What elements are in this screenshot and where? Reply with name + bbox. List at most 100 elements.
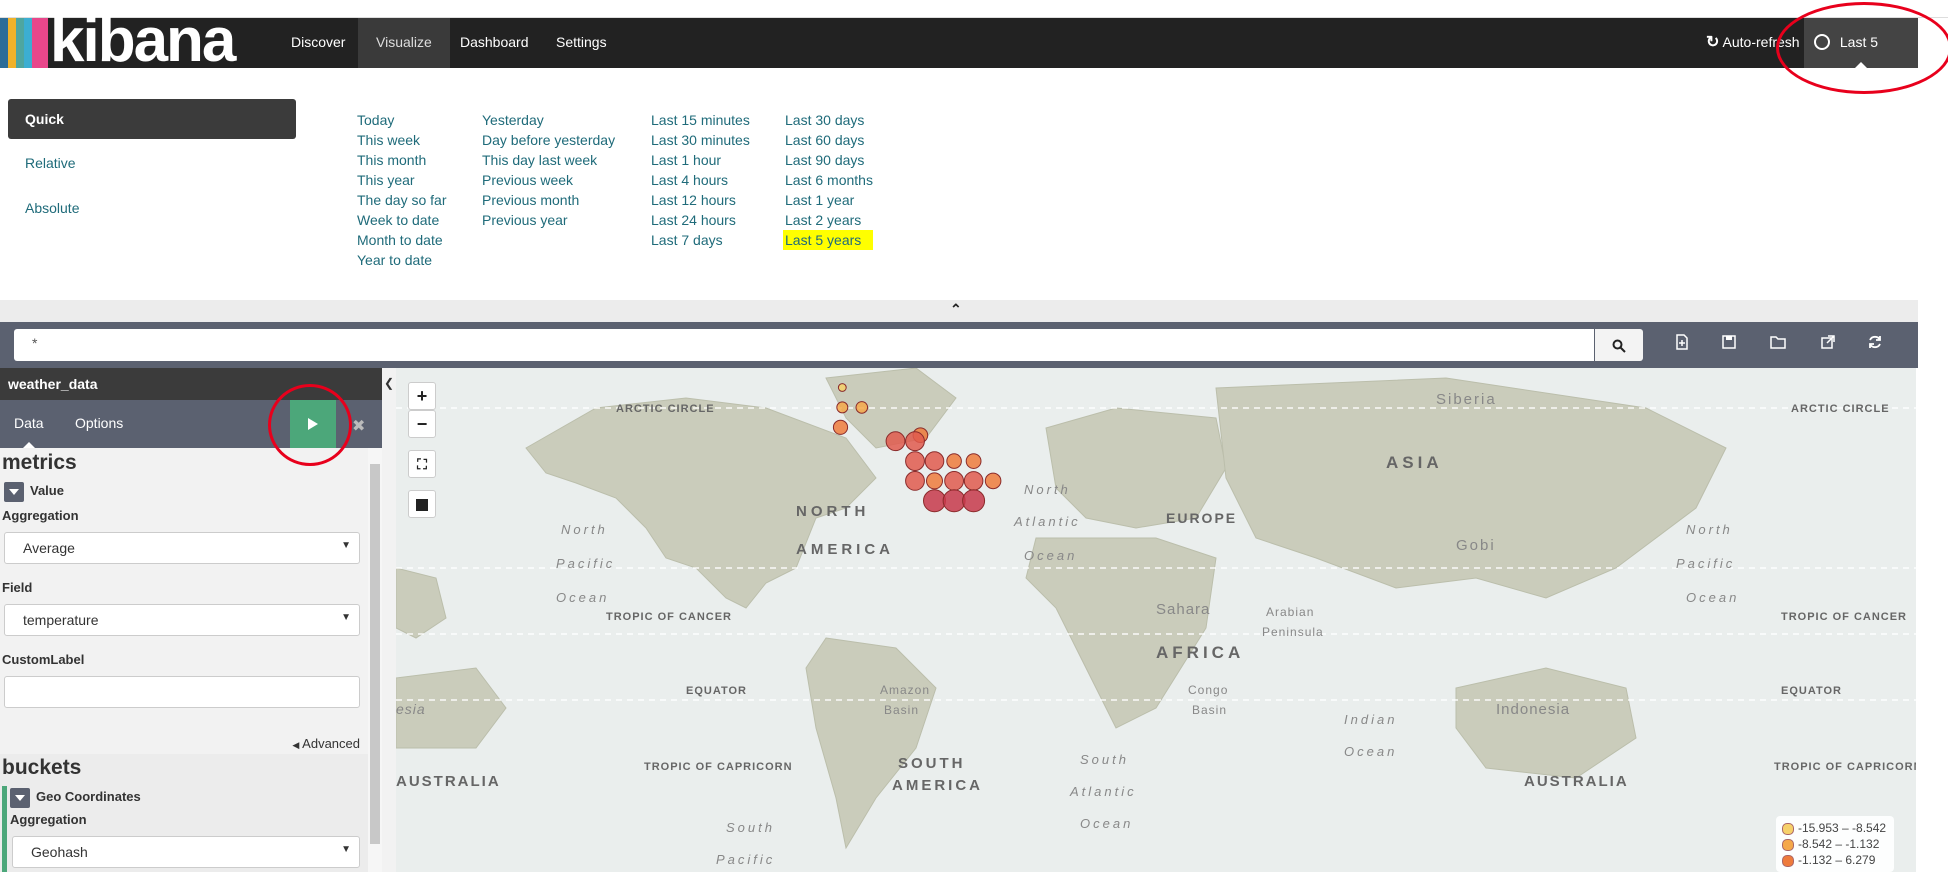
geohash-marker[interactable] — [905, 451, 925, 471]
quick-option[interactable]: This week — [357, 130, 447, 150]
geohash-marker[interactable] — [965, 453, 982, 469]
mode-quick[interactable]: Quick — [8, 99, 296, 139]
fit-bounds-button[interactable]: ⛶ — [408, 450, 436, 478]
quick-option[interactable]: Last 30 minutes — [651, 130, 750, 150]
geohash-marker[interactable] — [944, 471, 964, 491]
tab-data[interactable]: Data — [14, 400, 44, 448]
quick-option[interactable]: Last 2 years — [785, 210, 873, 230]
geohash-marker[interactable] — [837, 383, 847, 392]
quick-option[interactable]: Last 30 days — [785, 110, 873, 130]
field-label: Field — [2, 580, 33, 595]
time-range-button[interactable]: Last 5 years — [1804, 18, 1918, 98]
sidebar-editor: metrics Value Aggregation Average ▼ Fiel… — [0, 448, 368, 872]
collapse-toggle-icon[interactable] — [10, 788, 30, 808]
save-button[interactable] — [1721, 334, 1743, 356]
search-button[interactable] — [1595, 329, 1643, 361]
quick-option[interactable]: Last 1 hour — [651, 150, 750, 170]
geohash-marker[interactable] — [963, 471, 984, 491]
quick-option[interactable]: Previous month — [482, 190, 615, 210]
sidebar-scrollbar-thumb[interactable] — [370, 464, 380, 844]
dropdown-arrow-icon: ▼ — [341, 844, 351, 855]
refresh-button[interactable] — [1867, 334, 1889, 356]
map-label-south-atl-s: South — [1080, 752, 1129, 767]
bucket-agg-header[interactable]: Geo Coordinates — [8, 788, 358, 810]
geohash-marker[interactable] — [962, 489, 986, 513]
quick-column-2: Yesterday Day before yesterday This day … — [482, 110, 615, 230]
quick-option[interactable]: Last 90 days — [785, 150, 873, 170]
quick-option[interactable]: Last 12 hours — [651, 190, 750, 210]
quick-option[interactable]: Yesterday — [482, 110, 615, 130]
geohash-marker[interactable] — [923, 489, 946, 513]
share-button[interactable] — [1820, 334, 1842, 356]
discard-changes-icon[interactable]: ✖ — [352, 416, 365, 436]
quick-option[interactable]: Month to date — [357, 230, 447, 250]
geohash-marker[interactable] — [855, 401, 869, 414]
metric-agg-header[interactable]: Value — [2, 482, 362, 504]
quick-option[interactable]: Today — [357, 110, 447, 130]
map-label-south-pac-p: Pacific — [716, 852, 775, 867]
map-label-equator-r: EQUATOR — [1781, 685, 1842, 697]
map-label-indian: Indian — [1344, 712, 1397, 727]
geohash-marker[interactable] — [926, 472, 943, 490]
quick-option[interactable]: Previous year — [482, 210, 615, 230]
aggregation-select[interactable]: Average ▼ — [4, 532, 360, 564]
geohash-marker[interactable] — [984, 472, 1002, 490]
geohash-marker[interactable] — [836, 401, 849, 414]
nav-discover[interactable]: Discover — [273, 18, 363, 68]
quick-option[interactable]: Year to date — [357, 250, 447, 270]
kibana-logo[interactable]: kibana — [50, 10, 236, 72]
zoom-in-button[interactable]: + — [408, 382, 436, 410]
quick-option[interactable]: Week to date — [357, 210, 447, 230]
nav-dashboard[interactable]: Dashboard — [442, 18, 547, 68]
map-label-indian-ocean: Ocean — [1344, 744, 1397, 759]
quick-option[interactable]: The day so far — [357, 190, 447, 210]
quick-option[interactable]: Previous week — [482, 170, 615, 190]
map-label-tropic-cancer-r: TROPIC OF CANCER — [1781, 611, 1907, 623]
collapse-toggle-icon[interactable] — [4, 482, 24, 502]
tile-map[interactable]: ARCTIC CIRCLE ARCTIC CIRCLE Siberia ASIA NOR… — [396, 368, 1916, 872]
geohash-marker[interactable] — [942, 489, 966, 513]
new-visualization-button[interactable] — [1674, 334, 1696, 356]
quick-option[interactable]: This month — [357, 150, 447, 170]
quick-option[interactable]: This day last week — [482, 150, 615, 170]
map-label-asia-edge: esia — [396, 701, 426, 717]
geohash-marker[interactable] — [946, 453, 962, 469]
mode-relative[interactable]: Relative — [8, 143, 296, 183]
quick-option[interactable]: Last 4 hours — [651, 170, 750, 190]
apply-changes-button[interactable] — [290, 400, 336, 448]
quick-option[interactable]: Last 24 hours — [651, 210, 750, 230]
open-button[interactable] — [1770, 334, 1792, 356]
quick-option[interactable]: Last 60 days — [785, 130, 873, 150]
refresh-icon — [1869, 335, 1881, 349]
nav-settings[interactable]: Settings — [538, 18, 625, 68]
custom-label-input[interactable] — [4, 676, 360, 708]
legend-label: -8.542 – -1.132 — [1798, 837, 1880, 851]
field-select[interactable]: temperature ▼ — [4, 604, 360, 636]
quick-option[interactable]: Last 7 days — [651, 230, 750, 250]
legend-swatch — [1782, 838, 1794, 851]
bucket-aggregation-select[interactable]: Geohash ▼ — [12, 836, 360, 868]
tab-options[interactable]: Options — [75, 400, 123, 448]
nav-visualize[interactable]: Visualize — [358, 18, 450, 68]
geohash-marker[interactable] — [905, 471, 925, 491]
draw-rectangle-button[interactable] — [408, 490, 436, 518]
geohash-marker[interactable] — [905, 431, 925, 452]
collapse-timepicker-bar[interactable]: ⌃ — [0, 300, 1918, 322]
quick-option[interactable]: Last 6 months — [785, 170, 873, 190]
search-input[interactable]: * — [14, 329, 1594, 361]
mode-absolute[interactable]: Absolute — [8, 188, 296, 228]
aggregation-label: Aggregation — [2, 508, 79, 523]
geohash-marker[interactable] — [885, 431, 906, 452]
visualization-sidebar: weather_data Data Options ✖ metrics Valu… — [0, 368, 382, 872]
geohash-marker[interactable] — [924, 451, 945, 471]
quick-option-selected[interactable]: Last 5 years — [783, 230, 873, 250]
auto-refresh-button[interactable]: ↻ Auto-refresh — [1706, 18, 1800, 68]
quick-option[interactable]: This year — [357, 170, 447, 190]
sidebar-collapse-handle[interactable]: ❮ — [382, 368, 396, 872]
quick-option[interactable]: Day before yesterday — [482, 130, 615, 150]
geohash-marker[interactable] — [832, 419, 849, 435]
zoom-out-button[interactable]: − — [408, 410, 436, 438]
quick-option[interactable]: Last 1 year — [785, 190, 873, 210]
quick-option[interactable]: Last 15 minutes — [651, 110, 750, 130]
advanced-toggle[interactable]: ◀ Advanced — [292, 736, 360, 751]
